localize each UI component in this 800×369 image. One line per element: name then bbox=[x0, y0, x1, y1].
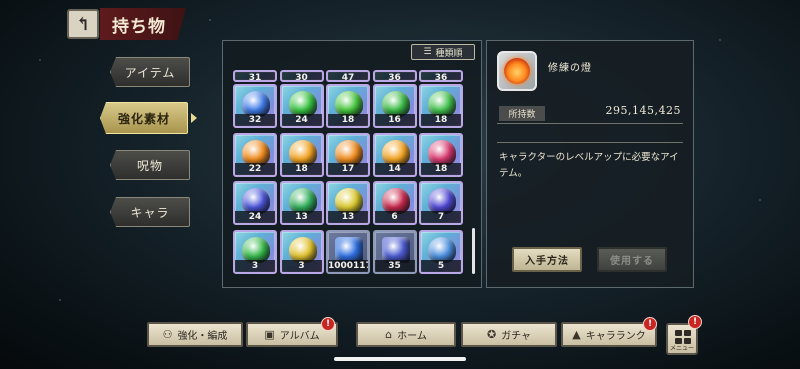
item-slot[interactable]: 3 bbox=[279, 229, 324, 274]
tab-items[interactable]: アイテム bbox=[110, 57, 190, 87]
item-slot[interactable]: 17 bbox=[326, 132, 370, 177]
item-quantity: 16 bbox=[374, 114, 415, 126]
item-slot[interactable]: 18 bbox=[326, 84, 370, 128]
item-quantity: 13 bbox=[328, 211, 368, 223]
item-quantity: 18 bbox=[421, 162, 461, 175]
item-quantity: 3 bbox=[281, 259, 322, 272]
item-slot[interactable]: 16 bbox=[372, 84, 417, 128]
sort-label: 種類順 bbox=[435, 48, 463, 59]
item-slot[interactable]: 13 bbox=[279, 181, 324, 225]
selected-item-icon bbox=[497, 51, 537, 91]
page-title: 持ち物 bbox=[100, 8, 186, 40]
tab-characters[interactable]: キャラ bbox=[110, 197, 190, 227]
item-slot[interactable]: 1000117 bbox=[326, 229, 370, 274]
nav-enhance-formation[interactable]: ⚇ 強化・編成 bbox=[147, 322, 243, 347]
item-quantity: 24 bbox=[281, 114, 322, 126]
tab-enhance-materials[interactable]: 強化素材 bbox=[100, 102, 188, 134]
item-slot[interactable]: 22 bbox=[233, 132, 277, 177]
notification-badge: ! bbox=[688, 315, 702, 329]
item-slot-partial[interactable]: 36 bbox=[372, 70, 417, 82]
flame-icon bbox=[504, 58, 530, 84]
grid-menu-icon bbox=[675, 330, 691, 344]
item-slot[interactable]: 7 bbox=[419, 181, 463, 225]
item-slot-partial[interactable]: 30 bbox=[279, 70, 324, 82]
people-icon: ⚇ bbox=[162, 328, 173, 341]
item-quantity: 17 bbox=[328, 162, 368, 175]
item-quantity: 18 bbox=[281, 162, 322, 175]
item-slot[interactable]: 13 bbox=[326, 181, 370, 225]
nav-label: キャラランク bbox=[585, 331, 646, 342]
sort-button[interactable]: ☰ 種類順 bbox=[411, 44, 475, 60]
item-quantity: 18 bbox=[328, 114, 368, 126]
rank-icon: ▲ bbox=[572, 328, 581, 341]
item-slot[interactable]: 32 bbox=[233, 84, 277, 128]
acquire-method-button[interactable]: 入手方法 bbox=[512, 247, 582, 272]
nav-label: 強化・編成 bbox=[177, 331, 228, 342]
back-button[interactable]: ↰ bbox=[67, 9, 99, 39]
tab-cursed-objects[interactable]: 呪物 bbox=[110, 150, 190, 180]
house-icon: ⌂ bbox=[385, 328, 393, 341]
item-slot[interactable]: 14 bbox=[372, 132, 417, 177]
selected-item-name: 修練の燈 bbox=[548, 63, 592, 74]
item-quantity: 22 bbox=[235, 162, 275, 175]
album-icon: ▣ bbox=[264, 328, 275, 341]
use-button[interactable]: 使用する bbox=[597, 247, 667, 272]
item-grid: 31 30 47 36 36 32 24 18 16 18 22 18 17 14 18 24 13 13 6 7 3 3… bbox=[233, 70, 471, 278]
notification-badge: ! bbox=[643, 317, 657, 331]
divider bbox=[497, 142, 683, 143]
item-slot-partial[interactable]: 47 bbox=[326, 70, 370, 82]
item-quantity: 24 bbox=[235, 211, 275, 223]
item-slot[interactable]: 24 bbox=[279, 84, 324, 128]
divider bbox=[497, 123, 683, 124]
item-slot[interactable]: 5 bbox=[419, 229, 463, 274]
nav-label: ガチャ bbox=[501, 331, 532, 342]
item-slot-partial[interactable]: 36 bbox=[419, 70, 463, 82]
item-slot[interactable]: 18 bbox=[279, 132, 324, 177]
nav-label: アルバム bbox=[279, 331, 320, 342]
item-quantity: 14 bbox=[374, 162, 415, 175]
item-quantity: 13 bbox=[281, 211, 322, 223]
item-quantity: 47 bbox=[328, 72, 368, 80]
item-quantity: 35 bbox=[374, 259, 415, 272]
item-quantity: 30 bbox=[281, 72, 322, 80]
notification-badge: ! bbox=[321, 317, 335, 331]
item-slot[interactable]: 18 bbox=[419, 84, 463, 128]
item-description: キャラクターのレベルアップに必要なアイテム。 bbox=[499, 152, 679, 179]
nav-gacha[interactable]: ✪ ガチャ bbox=[461, 322, 557, 347]
item-quantity: 18 bbox=[421, 114, 461, 126]
item-quantity: 31 bbox=[235, 72, 275, 80]
nav-home[interactable]: ⌂ ホーム bbox=[356, 322, 456, 347]
item-slot[interactable]: 3 bbox=[233, 229, 277, 274]
grid-scrollbar[interactable] bbox=[472, 228, 475, 274]
back-arrow-icon: ↰ bbox=[75, 13, 91, 35]
item-quantity: 32 bbox=[235, 114, 275, 126]
owned-count-value: 295,145,425 bbox=[605, 104, 681, 117]
item-slot[interactable]: 35 bbox=[372, 229, 417, 274]
item-quantity: 36 bbox=[374, 72, 415, 80]
item-quantity: 36 bbox=[421, 72, 461, 80]
home-indicator bbox=[334, 357, 466, 361]
item-quantity: 1000117 bbox=[328, 259, 370, 272]
item-quantity: 6 bbox=[374, 211, 415, 223]
item-quantity: 5 bbox=[421, 259, 461, 272]
sort-icon: ☰ bbox=[423, 47, 432, 57]
item-slot-partial[interactable]: 31 bbox=[233, 70, 277, 82]
item-slot[interactable]: 24 bbox=[233, 181, 277, 225]
owned-count-label: 所持数 bbox=[499, 106, 545, 121]
active-tab-arrow-icon bbox=[191, 113, 197, 123]
item-slot[interactable]: 6 bbox=[372, 181, 417, 225]
gacha-icon: ✪ bbox=[486, 328, 497, 341]
nav-label: ホーム bbox=[397, 331, 427, 342]
item-quantity: 7 bbox=[421, 211, 461, 223]
menu-label: メニュー bbox=[669, 345, 694, 352]
item-quantity: 3 bbox=[235, 259, 275, 272]
item-slot[interactable]: 18 bbox=[419, 132, 463, 177]
